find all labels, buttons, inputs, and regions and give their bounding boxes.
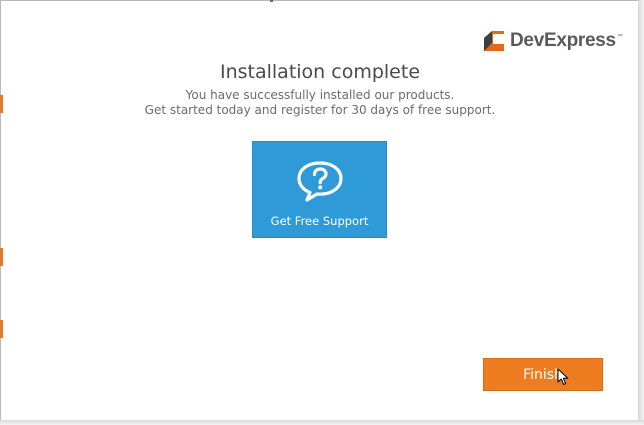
left-edge-marker: [0, 320, 3, 338]
logo-trademark: ™: [616, 34, 623, 40]
window-shadow-bottom: [0, 420, 644, 425]
window-shadow-right: [638, 0, 644, 425]
installer-window: DevExpress ™ Installation complete You h…: [0, 0, 642, 423]
question-speech-bubble-icon: [297, 161, 343, 202]
subtitle-line-2: Get started today and register for 30 da…: [144, 103, 496, 117]
left-edge-marker: [0, 248, 3, 266]
logo-text: DevExpress: [510, 30, 616, 51]
mouse-pointer-icon: [557, 368, 569, 385]
page-title: Installation complete: [219, 61, 421, 83]
subtitle-line-1: You have successfully installed our prod…: [185, 88, 455, 102]
devexpress-logo: DevExpress ™: [484, 30, 623, 52]
window-top-marker: [270, 0, 273, 2]
finish-button[interactable]: Finish: [483, 358, 603, 391]
get-free-support-label: Get Free Support: [270, 214, 369, 228]
get-free-support-button[interactable]: Get Free Support: [252, 141, 387, 238]
devexpress-logo-icon: [484, 31, 504, 51]
left-edge-marker: [0, 95, 3, 113]
